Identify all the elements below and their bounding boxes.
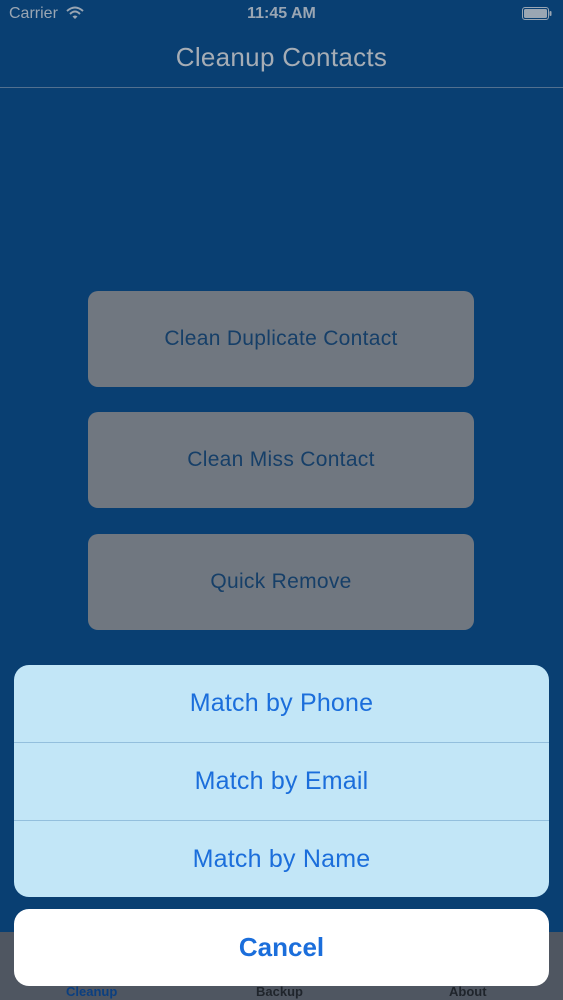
tab-about[interactable]: About [449,984,487,999]
match-by-email-option[interactable]: Match by Email [14,743,549,820]
action-sheet: Match by Phone Match by Email Match by N… [14,665,549,897]
clean-miss-contact-button[interactable]: Clean Miss Contact [88,412,474,508]
cancel-button[interactable]: Cancel [14,909,549,986]
match-by-name-option[interactable]: Match by Name [14,821,549,897]
status-time: 11:45 AM [247,5,316,22]
app-screen: Carrier 11:45 AM Cleanup Contacts Clean … [0,0,563,1000]
match-by-phone-option[interactable]: Match by Phone [14,665,549,742]
tab-cleanup[interactable]: Cleanup [66,984,117,999]
page-title: Cleanup Contacts [175,42,388,72]
status-bar: Carrier 11:45 AM [0,0,563,30]
navigation-bar: Cleanup Contacts [0,30,563,88]
battery-icon [522,7,552,20]
tab-backup[interactable]: Backup [256,984,303,999]
clean-duplicate-contact-button[interactable]: Clean Duplicate Contact [88,291,474,387]
quick-remove-button[interactable]: Quick Remove [88,534,474,630]
